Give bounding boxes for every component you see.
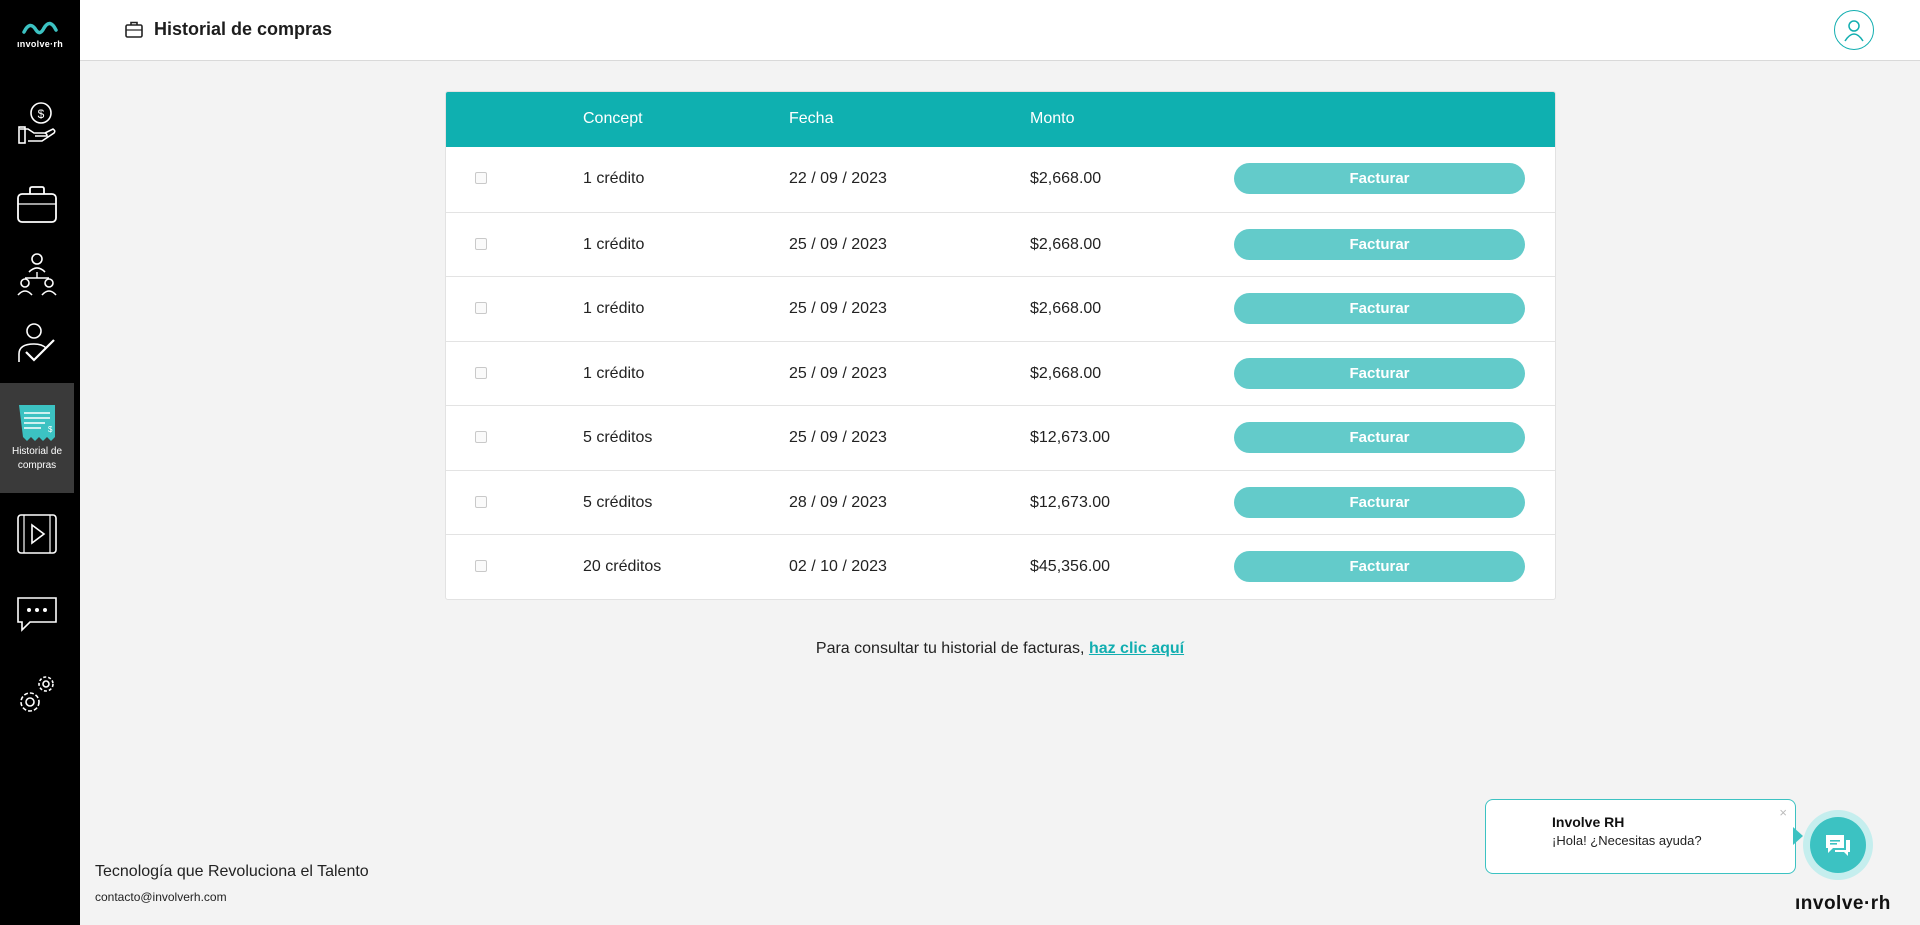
table-row: 1 crédito 25 / 09 / 2023 $2,668.00 Factu… xyxy=(446,276,1555,341)
close-icon[interactable]: × xyxy=(1779,805,1787,820)
row-concept: 20 créditos xyxy=(583,558,662,575)
chat-launcher-button[interactable] xyxy=(1803,810,1873,880)
person-check-icon xyxy=(18,323,55,362)
table-header: Concept Fecha Monto xyxy=(446,92,1555,147)
page-title: Historial de compras xyxy=(154,19,333,39)
sidebar-item-settings[interactable] xyxy=(0,666,74,722)
table-row: 1 crédito 25 / 09 / 2023 $2,668.00 Factu… xyxy=(446,340,1555,406)
row-concept: 1 crédito xyxy=(583,300,645,317)
row-amount: $2,668.00 xyxy=(1030,170,1102,187)
column-header-amount: Monto xyxy=(1030,110,1075,127)
chat-message: ¡Hola! ¿Necesitas ayuda? xyxy=(1552,833,1702,848)
row-date: 25 / 09 / 2023 xyxy=(789,429,887,446)
logo-wave-icon xyxy=(22,21,58,35)
invoice-button[interactable]: Facturar xyxy=(1234,293,1525,324)
invoice-button[interactable]: Facturar xyxy=(1234,357,1525,389)
invoice-history-text: Para consultar tu historial de facturas, xyxy=(815,640,1085,657)
table-row: 5 créditos 28 / 09 / 2023 $12,673.00 Fac… xyxy=(446,469,1555,535)
footer-tagline: Tecnología que Revoluciona el Talento xyxy=(95,863,369,880)
invoice-button[interactable]: Facturar xyxy=(1234,486,1525,518)
row-amount: $2,668.00 xyxy=(1030,300,1102,317)
top-header: Historial de compras xyxy=(80,0,1920,61)
table-body: 1 crédito 22 / 09 / 2023 $2,668.00 Factu… xyxy=(446,147,1555,599)
sidebar-item-team[interactable] xyxy=(0,246,74,302)
sidebar-item-messages[interactable] xyxy=(0,586,74,642)
row-date: 28 / 09 / 2023 xyxy=(789,493,887,511)
chat-bubbles-icon xyxy=(1826,835,1850,856)
row-date: 25 / 09 / 2023 xyxy=(789,364,887,382)
invoice-button[interactable]: Facturar xyxy=(1234,422,1525,453)
column-header-date: Fecha xyxy=(789,110,834,127)
sidebar-item-evaluations[interactable] xyxy=(0,316,74,372)
row-checkbox[interactable] xyxy=(475,366,487,379)
sidebar-item-videos[interactable] xyxy=(0,506,74,562)
team-network-icon xyxy=(17,253,57,296)
chat-popup-tail xyxy=(1793,827,1803,845)
hand-money-icon: $ xyxy=(18,102,56,144)
briefcase-icon xyxy=(17,186,57,223)
sidebar-item-payments[interactable]: $ xyxy=(0,95,74,151)
invoice-button[interactable]: Facturar xyxy=(1234,163,1525,194)
video-icon xyxy=(17,514,57,554)
brand-logo: ınvolve·rh xyxy=(1795,893,1891,914)
row-date: 22 / 09 / 2023 xyxy=(789,170,887,187)
chat-icon xyxy=(17,597,57,632)
row-amount: $12,673.00 xyxy=(1030,493,1111,511)
sidebar-item-purchase-history[interactable]: $ Historial de compras xyxy=(0,383,74,493)
row-checkbox[interactable] xyxy=(475,172,487,184)
row-amount: $2,668.00 xyxy=(1030,235,1102,253)
footer-email: contacto@involverh.com xyxy=(95,890,227,904)
sidebar-item-label: Historial de compras xyxy=(11,446,63,471)
sidebar: ınvolve·rh $ $ Historial de compras xyxy=(0,0,80,925)
invoice-button[interactable]: Facturar xyxy=(1234,228,1525,260)
row-amount: $12,673.00 xyxy=(1030,429,1111,446)
svg-text:$: $ xyxy=(38,107,45,121)
logo-text: ınvolve·rh xyxy=(16,39,63,49)
purchase-history-table: Concept Fecha Monto 1 crédito 22 / 09 / … xyxy=(445,91,1556,600)
table-row: 5 créditos 25 / 09 / 2023 $12,673.00 Fac… xyxy=(446,405,1555,470)
row-date: 25 / 09 / 2023 xyxy=(789,235,887,253)
svg-text:$: $ xyxy=(48,425,53,434)
row-concept: 5 créditos xyxy=(583,493,653,511)
briefcase-icon xyxy=(125,21,143,38)
logo[interactable]: ınvolve·rh xyxy=(0,18,80,49)
row-amount: $45,356.00 xyxy=(1030,558,1111,575)
row-checkbox[interactable] xyxy=(475,302,487,314)
row-concept: 1 crédito xyxy=(583,364,645,382)
table-row: 1 crédito 22 / 09 / 2023 $2,668.00 Factu… xyxy=(446,147,1555,212)
row-concept: 1 crédito xyxy=(583,235,645,253)
row-checkbox[interactable] xyxy=(475,237,487,250)
row-checkbox[interactable] xyxy=(475,495,487,508)
sidebar-item-jobs[interactable] xyxy=(0,176,74,232)
user-icon xyxy=(1844,20,1864,42)
row-date: 25 / 09 / 2023 xyxy=(789,300,887,317)
row-date: 02 / 10 / 2023 xyxy=(789,558,887,575)
row-concept: 1 crédito xyxy=(583,170,645,187)
receipt-icon: $ xyxy=(19,405,55,441)
invoice-history-link[interactable]: haz clic aquí xyxy=(1089,640,1184,657)
invoice-history-note: Para consultar tu historial de facturas,… xyxy=(0,640,1920,658)
row-checkbox[interactable] xyxy=(475,431,487,443)
row-concept: 5 créditos xyxy=(583,429,653,446)
table-row: 1 crédito 25 / 09 / 2023 $2,668.00 Factu… xyxy=(446,211,1555,277)
invoice-button[interactable]: Facturar xyxy=(1234,551,1525,582)
row-checkbox[interactable] xyxy=(475,560,487,572)
row-amount: $2,668.00 xyxy=(1030,364,1102,382)
column-header-concept: Concept xyxy=(583,110,643,127)
settings-icon xyxy=(20,676,54,712)
user-avatar[interactable] xyxy=(1834,10,1874,50)
table-row: 20 créditos 02 / 10 / 2023 $45,356.00 Fa… xyxy=(446,534,1555,599)
chat-popup[interactable]: Involve RH ¡Hola! ¿Necesitas ayuda? × xyxy=(1485,799,1796,874)
chat-sender-name: Involve RH xyxy=(1552,814,1625,830)
